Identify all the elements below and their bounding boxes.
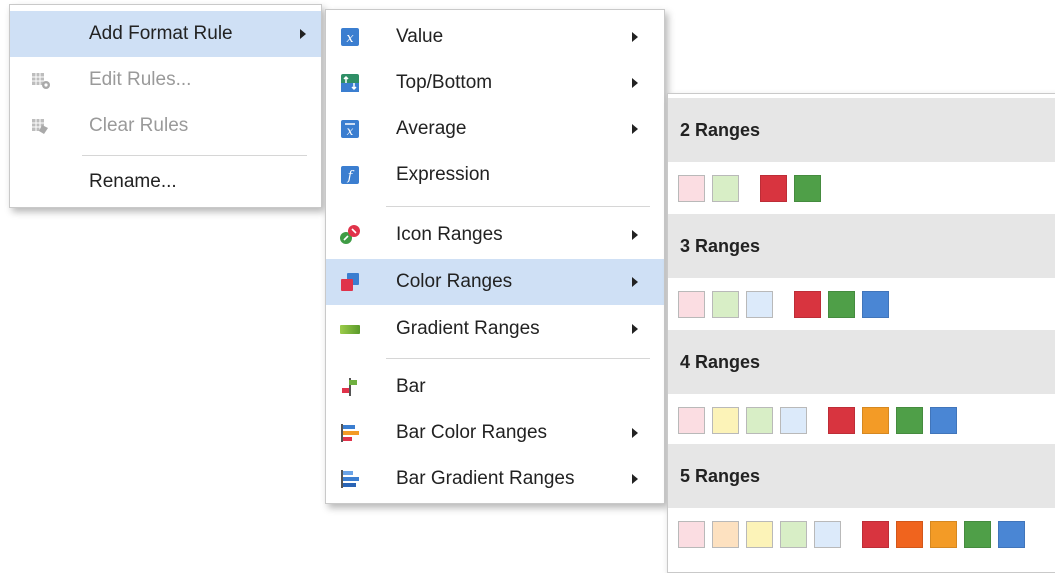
dark-color-swatch[interactable] bbox=[930, 521, 957, 548]
icon-ranges-icon bbox=[339, 224, 361, 246]
bar-gradient-ranges-item[interactable]: Bar Gradient Ranges bbox=[326, 456, 664, 502]
value-item[interactable]: x Value bbox=[326, 14, 664, 60]
menu-item-label: Expression bbox=[396, 164, 490, 185]
menu-item-label: Clear Rules bbox=[89, 115, 189, 136]
submenu-arrow-icon bbox=[632, 324, 638, 334]
submenu-arrow-icon bbox=[632, 124, 638, 134]
light-color-swatch[interactable] bbox=[814, 521, 841, 548]
menu-item-label: Average bbox=[396, 118, 467, 139]
bar-color-ranges-icon bbox=[339, 422, 361, 444]
menu-item-label: Top/Bottom bbox=[396, 72, 493, 93]
light-color-swatch[interactable] bbox=[712, 407, 739, 434]
color-scheme-row bbox=[668, 394, 1055, 444]
gallery-group-title: 5 Ranges bbox=[680, 465, 761, 486]
dark-color-swatch[interactable] bbox=[828, 407, 855, 434]
menu-separator bbox=[82, 155, 307, 156]
gallery-group-header: 4 Ranges bbox=[668, 330, 1055, 394]
submenu-arrow-icon bbox=[632, 428, 638, 438]
menu-item-label: Bar bbox=[396, 376, 426, 397]
light-color-swatch[interactable] bbox=[712, 291, 739, 318]
light-color-swatch[interactable] bbox=[746, 521, 773, 548]
gallery-group-title: 2 Ranges bbox=[680, 119, 761, 140]
edit-rules-icon bbox=[30, 69, 52, 91]
rename-item[interactable]: Rename... bbox=[10, 159, 321, 205]
svg-text:x: x bbox=[347, 124, 354, 138]
light-color-swatch[interactable] bbox=[678, 291, 705, 318]
bar-icon bbox=[339, 376, 361, 398]
submenu-arrow-icon bbox=[632, 230, 638, 240]
average-item[interactable]: x Average bbox=[326, 106, 664, 152]
dark-color-swatch[interactable] bbox=[862, 407, 889, 434]
submenu-arrow-icon bbox=[632, 78, 638, 88]
svg-text:x: x bbox=[346, 31, 354, 46]
dark-color-swatch[interactable] bbox=[930, 407, 957, 434]
light-color-swatch[interactable] bbox=[746, 407, 773, 434]
top-bottom-item[interactable]: Top/Bottom bbox=[326, 60, 664, 106]
clear-rules-icon bbox=[30, 115, 52, 137]
light-color-swatch[interactable] bbox=[678, 175, 705, 202]
menu-separator bbox=[386, 358, 650, 359]
format-rule-submenu: x Value Top/Bottom x Average f Expressio… bbox=[325, 9, 665, 504]
light-color-swatch[interactable] bbox=[746, 291, 773, 318]
bar-gradient-ranges-icon bbox=[339, 468, 361, 490]
dark-color-swatch[interactable] bbox=[828, 291, 855, 318]
color-scheme-row bbox=[668, 278, 1055, 328]
menu-item-label: Bar Color Ranges bbox=[396, 422, 548, 443]
gradient-ranges-item[interactable]: Gradient Ranges bbox=[326, 306, 664, 352]
dark-color-swatch[interactable] bbox=[998, 521, 1025, 548]
expression-icon: f bbox=[339, 164, 361, 186]
edit-rules-item[interactable]: Edit Rules... bbox=[10, 57, 321, 103]
dark-color-swatch[interactable] bbox=[760, 175, 787, 202]
color-ranges-icon bbox=[339, 271, 361, 293]
clear-rules-item[interactable]: Clear Rules bbox=[10, 103, 321, 149]
menu-item-label: Value bbox=[396, 26, 444, 47]
bar-item[interactable]: Bar bbox=[326, 364, 664, 410]
light-color-swatch[interactable] bbox=[712, 175, 739, 202]
gallery-group-title: 4 Ranges bbox=[680, 351, 761, 372]
menu-item-label: Edit Rules... bbox=[89, 69, 192, 90]
submenu-arrow-icon bbox=[300, 29, 306, 39]
color-scheme-row bbox=[668, 508, 1055, 558]
color-scheme-row bbox=[668, 162, 1055, 212]
menu-separator bbox=[386, 206, 650, 207]
dark-color-swatch[interactable] bbox=[862, 291, 889, 318]
add-format-rule-item[interactable]: Add Format Rule bbox=[10, 11, 321, 57]
light-color-swatch[interactable] bbox=[780, 521, 807, 548]
value-icon: x bbox=[339, 26, 361, 48]
gradient-ranges-icon bbox=[339, 318, 361, 340]
context-menu: Add Format Rule Edit Rules... Clear Rule… bbox=[9, 4, 322, 208]
submenu-arrow-icon bbox=[632, 277, 638, 287]
menu-item-label: Bar Gradient Ranges bbox=[396, 468, 575, 489]
dark-color-swatch[interactable] bbox=[896, 521, 923, 548]
top-bottom-icon bbox=[339, 72, 361, 94]
color-ranges-item[interactable]: Color Ranges bbox=[326, 259, 664, 305]
menu-item-label: Add Format Rule bbox=[89, 23, 233, 44]
menu-item-label: Color Ranges bbox=[396, 271, 513, 292]
dark-color-swatch[interactable] bbox=[794, 175, 821, 202]
icon-ranges-item[interactable]: Icon Ranges bbox=[326, 212, 664, 258]
gallery-group-header: 5 Ranges bbox=[668, 444, 1055, 508]
submenu-arrow-icon bbox=[632, 32, 638, 42]
light-color-swatch[interactable] bbox=[678, 407, 705, 434]
dark-color-swatch[interactable] bbox=[896, 407, 923, 434]
menu-item-label: Rename... bbox=[89, 171, 177, 192]
gallery-group-title: 3 Ranges bbox=[680, 235, 761, 256]
expression-item[interactable]: f Expression bbox=[326, 152, 664, 198]
light-color-swatch[interactable] bbox=[780, 407, 807, 434]
average-icon: x bbox=[339, 118, 361, 140]
submenu-arrow-icon bbox=[632, 474, 638, 484]
menu-item-label: Icon Ranges bbox=[396, 224, 503, 245]
menu-item-label: Gradient Ranges bbox=[396, 318, 540, 339]
color-ranges-gallery: 2 Ranges 3 Ranges 4 Ranges 5 Ranges bbox=[667, 93, 1055, 573]
dark-color-swatch[interactable] bbox=[794, 291, 821, 318]
bar-color-ranges-item[interactable]: Bar Color Ranges bbox=[326, 410, 664, 456]
gallery-group-header: 2 Ranges bbox=[668, 98, 1055, 162]
gallery-group-header: 3 Ranges bbox=[668, 214, 1055, 278]
dark-color-swatch[interactable] bbox=[964, 521, 991, 548]
dark-color-swatch[interactable] bbox=[862, 521, 889, 548]
light-color-swatch[interactable] bbox=[712, 521, 739, 548]
light-color-swatch[interactable] bbox=[678, 521, 705, 548]
